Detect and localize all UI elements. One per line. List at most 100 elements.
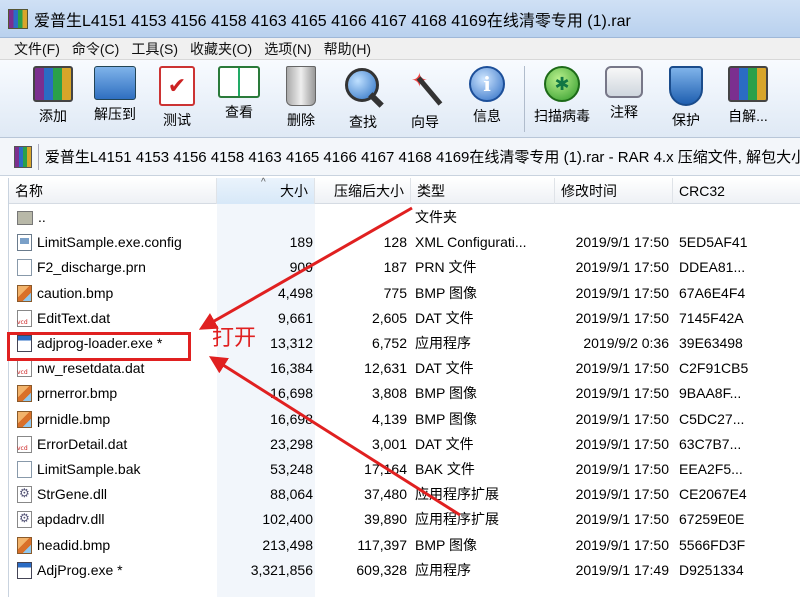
file-modified: 2019/9/1 17:50 — [575, 360, 669, 377]
file-packed-size: 128 — [383, 234, 407, 251]
file-modified: 2019/9/1 17:50 — [575, 435, 669, 452]
file-packed-size: 17,164 — [364, 461, 407, 477]
file-size: 88,064 — [270, 486, 313, 503]
table-row[interactable]: prnerror.bmp 16,698 3,808 BMP 图像 2019/9/1 17… — [9, 381, 800, 406]
file-name: headid.bmp — [37, 536, 111, 553]
vcd-file-icon — [17, 435, 32, 453]
address-separator — [37, 143, 39, 170]
column-crc[interactable]: CRC32 — [673, 178, 800, 204]
file-size: 53,248 — [270, 461, 313, 477]
column-type[interactable]: 类型 — [411, 178, 555, 204]
file-packed-size: 12,631 — [364, 360, 407, 377]
table-row[interactable]: EditText.dat9,6612,605DAT 文件2019/9/1 17:… — [9, 306, 800, 331]
file-packed-size: 117,397 — [357, 536, 407, 553]
table-row[interactable]: ErrorDetail.dat 23,298 3,001 DAT 文件 2019/9/1… — [9, 432, 800, 457]
table-row[interactable]: LimitSample.exe.config 189 128 XML Configur… — [9, 230, 800, 255]
file-modified: 2019/9/1 17:50 — [575, 410, 669, 427]
file-type: PRN 文件 — [415, 259, 477, 276]
file-crc: 5ED5AF41 — [679, 234, 748, 251]
view-button[interactable]: 查看 — [208, 60, 270, 136]
file-size: 4,498 — [277, 284, 313, 301]
bmp-file-icon — [17, 284, 32, 302]
winrar-icon — [8, 8, 28, 29]
column-size[interactable]: ^ 大小 — [217, 177, 315, 204]
extract-button[interactable]: 解压到 — [84, 60, 146, 136]
file-size: 23,298 — [270, 435, 313, 452]
file-crc: EEA2F5... — [679, 461, 743, 477]
bmp-file-icon — [17, 410, 32, 428]
menu-help[interactable]: 帮助(H) — [322, 39, 381, 59]
file-type: 应用程序扩展 — [415, 486, 499, 503]
file-name-cell: caution.bmp — [17, 281, 217, 306]
wizard-label: 向导 — [411, 114, 439, 130]
sort-ascending-icon: ^ — [261, 177, 266, 188]
menu-options[interactable]: 选项(N) — [262, 39, 321, 59]
file-modified: 2019/9/1 17:49 — [575, 561, 669, 578]
table-row[interactable]: prnidle.bmp 16,698 4,139 BMP 图像 2019/9/1 17:… — [9, 407, 800, 432]
table-row[interactable]: LimitSample.bak 53,248 17,164 BAK 文件 2019/9/… — [9, 457, 800, 482]
file-modified: 2019/9/1 17:50 — [575, 511, 669, 528]
file-crc: 7145F42A — [679, 309, 744, 326]
file-type: DAT 文件 — [415, 435, 474, 452]
dll-file-icon — [17, 510, 32, 529]
column-packed[interactable]: 压缩后大小 — [315, 178, 411, 204]
menu-file[interactable]: 文件(F) — [12, 39, 70, 59]
file-name: AdjProg.exe * — [37, 561, 123, 578]
file-crc: CE2067E4 — [679, 486, 747, 503]
magnifier-icon — [341, 66, 385, 108]
column-modified[interactable]: 修改时间 — [555, 178, 673, 204]
table-row[interactable]: headid.bmp 213,498 117,397 BMP 图像 2019/9/1 1… — [9, 533, 800, 558]
annotation-label: 打开 — [212, 326, 257, 351]
file-modified: 2019/9/1 17:50 — [575, 536, 669, 553]
find-button[interactable]: 查找 — [332, 60, 394, 136]
add-button[interactable]: 添加 — [22, 60, 84, 136]
test-button[interactable]: 测试 — [146, 60, 208, 136]
file-size: 16,698 — [270, 385, 313, 402]
delete-button[interactable]: 删除 — [270, 60, 332, 136]
file-modified: 2019/9/1 17:50 — [575, 385, 669, 402]
file-type: BMP 图像 — [415, 284, 477, 301]
file-modified: 2019/9/1 17:50 — [575, 284, 669, 301]
file-crc: 67259E0E — [679, 511, 745, 528]
sfx-archive-icon — [728, 66, 768, 102]
table-row[interactable]: caution.bmp 4,498 775 BMP 图像 2019/9/1 17:50 6… — [9, 281, 800, 306]
comment-button[interactable]: 注释 — [593, 60, 655, 136]
info-button[interactable]: i 信息 — [456, 60, 518, 136]
file-crc: D9251334 — [679, 561, 744, 578]
protect-button[interactable]: 保护 — [655, 60, 717, 136]
sfx-button[interactable]: 自解... — [717, 60, 779, 136]
up-folder-icon[interactable] — [14, 145, 32, 168]
protect-label: 保护 — [672, 112, 700, 128]
table-row[interactable]: F2_discharge.prn 909 187 PRN 文件 2019/9/1 17:… — [9, 255, 800, 280]
bmp-file-icon — [17, 385, 32, 403]
txt-file-icon — [17, 259, 32, 277]
file-type: BMP 图像 — [415, 385, 477, 402]
column-name[interactable]: 名称 — [9, 178, 217, 204]
window-title: 爱普生L4151 4153 4156 4158 4163 4165 4166 4… — [34, 12, 631, 30]
table-row[interactable]: apdadrv.dll 102,400 39,890 应用程序扩展 2019/9/1 1… — [9, 507, 800, 532]
file-modified: 2019/9/1 17:50 — [575, 486, 669, 503]
table-row[interactable]: StrGene.dll 88,064 37,480 应用程序扩展 2019/9/1 17… — [9, 482, 800, 507]
shield-icon — [669, 66, 703, 106]
extract-folder-icon — [94, 66, 136, 100]
menu-tools[interactable]: 工具(S) — [129, 39, 188, 59]
txt-file-icon — [17, 461, 32, 478]
scan-virus-button[interactable]: ✱ 扫描病毒 — [531, 60, 593, 136]
wizard-button[interactable]: 向导 — [394, 60, 456, 136]
list-header: 名称 ^ 大小 压缩后大小 类型 修改时间 CRC32 — [9, 177, 800, 204]
menu-favorites[interactable]: 收藏夹(O) — [188, 39, 262, 59]
file-packed-size: 775 — [383, 284, 407, 301]
file-name: StrGene.dll — [37, 486, 108, 503]
file-name: prnerror.bmp — [37, 385, 118, 402]
file-name-cell: LimitSample.exe.config — [17, 230, 217, 255]
file-name: LimitSample.bak — [37, 461, 141, 477]
file-name: prnidle.bmp — [37, 410, 111, 427]
file-crc: DDEA81... — [679, 259, 746, 276]
table-row[interactable]: .. 文件夹 — [9, 205, 800, 230]
file-name-cell: AdjProg.exe * — [17, 558, 217, 583]
menu-commands[interactable]: 命令(C) — [70, 39, 129, 59]
file-packed-size: 6,752 — [371, 335, 407, 351]
info-icon: i — [469, 66, 505, 102]
file-name-cell: EditText.dat — [17, 306, 217, 331]
table-row[interactable]: AdjProg.exe * 3,321,856 609,328 应用程序 2019/9/… — [9, 558, 800, 583]
